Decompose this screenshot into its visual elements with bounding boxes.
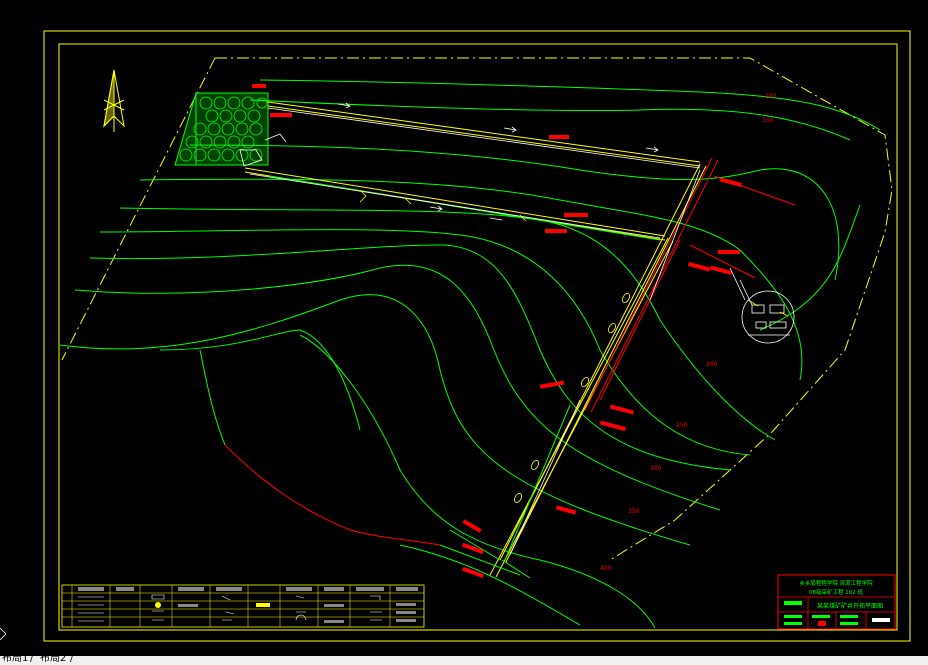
drawing-title: 某某煤矿矿井开拓平面图 — [817, 602, 883, 610]
tab-layout-2[interactable]: 布局2 — [40, 656, 66, 665]
title-block: 乡乡局程程学院 资源工程学院 08级采矿工程 102 班 某某煤矿矿井开拓平面图 — [777, 574, 896, 630]
tab-separator: / — [70, 656, 74, 664]
annotation-bar — [462, 519, 482, 533]
contour-label: 300 — [650, 465, 662, 472]
tab-layout-1[interactable]: 布局1 — [2, 656, 28, 665]
contour-label: 400 — [600, 565, 612, 572]
annotation-bar — [555, 505, 577, 515]
contour-line-red — [224, 444, 441, 546]
contour-line — [299, 334, 656, 629]
ucs-icon — [0, 627, 7, 641]
contour-line — [199, 349, 226, 446]
annotation-bar — [687, 261, 711, 272]
contour-label: 350 — [628, 508, 640, 515]
contour-label: 200 — [706, 361, 718, 368]
annotation-bar — [252, 84, 266, 88]
annotation-bar — [719, 177, 743, 188]
title-block-line2: 08级采矿工程 102 班 — [809, 588, 863, 596]
contour-line — [759, 204, 861, 331]
arrow-symbols — [337, 102, 659, 221]
cad-drawing-canvas[interactable]: 150 150 200 250 300 350 400 乡乡局程程学院 资源工程… — [0, 0, 928, 656]
annotation-bar — [564, 213, 588, 217]
annotation-bar — [709, 265, 733, 276]
north-arrow-icon — [103, 69, 125, 132]
annotation-bar — [549, 135, 569, 139]
contour-label: 150 — [765, 93, 777, 100]
roadways — [244, 101, 707, 578]
contour-line — [249, 99, 851, 141]
legend-table — [61, 584, 425, 628]
contour-label: 150 — [762, 117, 774, 124]
annotation-bar — [270, 113, 292, 117]
tab-separator: / — [30, 656, 34, 664]
annotation-bar — [718, 250, 740, 254]
title-block-line1: 乡乡局程程学院 资源工程学院 — [799, 579, 873, 587]
annotation-bar — [545, 229, 567, 233]
contour-line — [399, 544, 581, 626]
contour-line — [159, 329, 361, 431]
layout-tab-bar: 布局1 / 布局2 / — [0, 656, 928, 665]
contour-line — [89, 244, 731, 471]
annotation-bar — [609, 404, 635, 415]
contour-label: 250 — [676, 422, 688, 429]
equipment-symbols — [359, 189, 631, 503]
roadways-white — [249, 107, 701, 556]
shaft-station-detail-yellow — [747, 299, 789, 317]
annotation-bar — [599, 420, 626, 432]
shaft-station-detail — [729, 267, 795, 344]
contour-line — [189, 144, 840, 281]
